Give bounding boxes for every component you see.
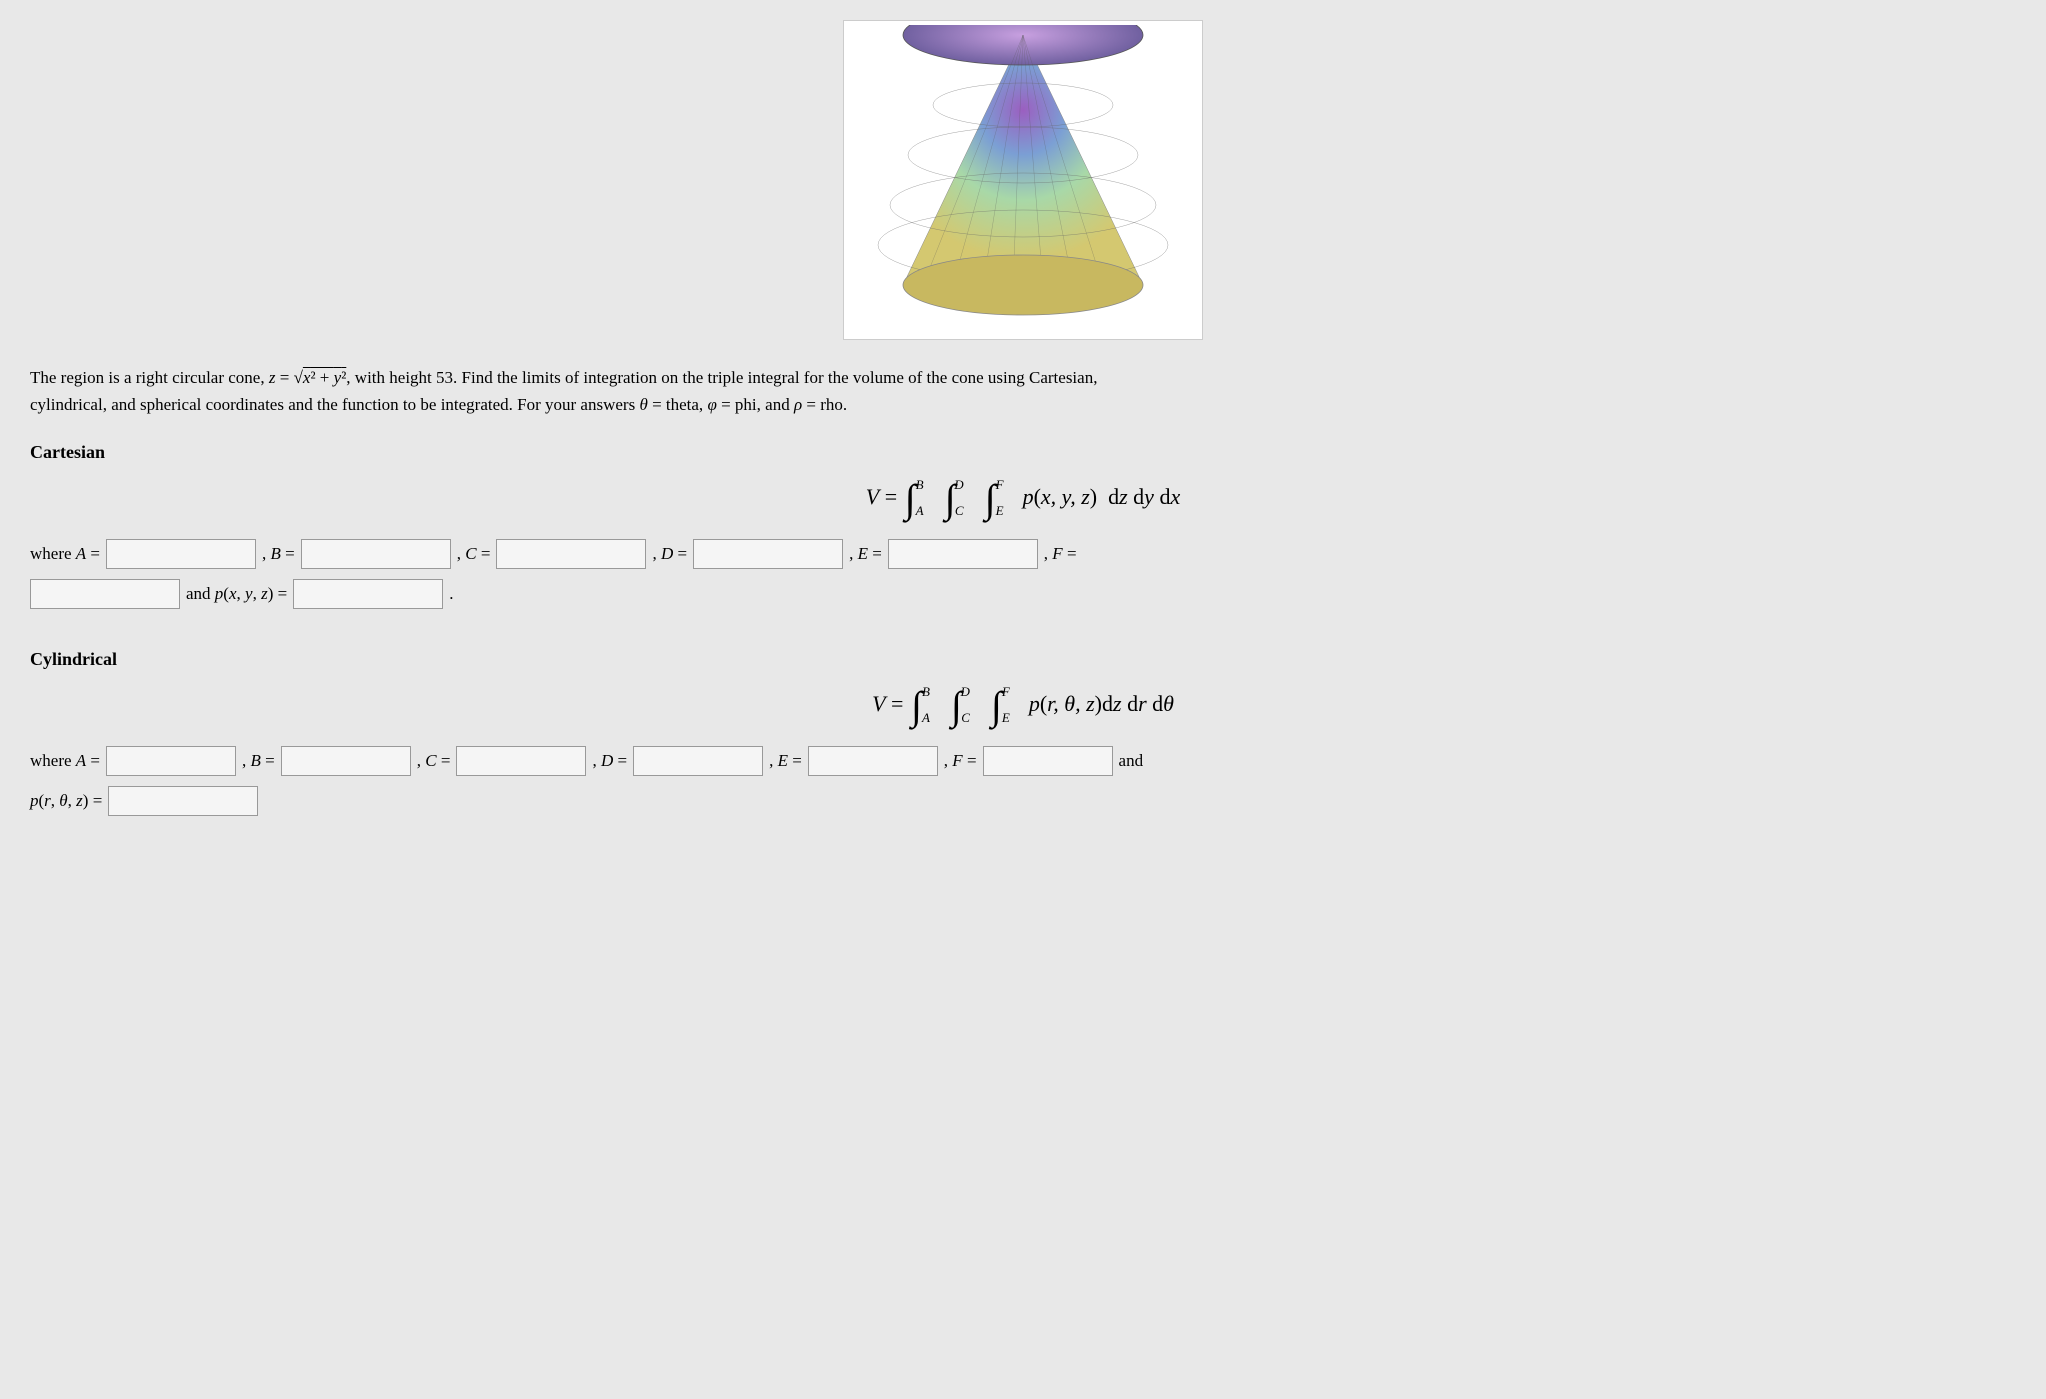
cartesian-c-label: , C = <box>457 544 491 564</box>
problem-description: The region is a right circular cone, z =… <box>30 364 1130 418</box>
cartesian-b-label: , B = <box>262 544 295 564</box>
cartesian-p-input[interactable] <box>293 579 443 609</box>
cartesian-f-input[interactable] <box>30 579 180 609</box>
cylindrical-formula: V = ∫ B A ∫ D C ∫ F E p(r, θ, z)dz dr dθ <box>30 686 2016 726</box>
cone-image-section <box>30 20 2016 340</box>
cylindrical-inputs-row1: where A = , B = , C = , D = , E = , F = … <box>30 746 2016 776</box>
cartesian-f-label: , F = <box>1044 544 1077 564</box>
cylindrical-b-label: , B = <box>242 751 275 771</box>
cartesian-formula: V = ∫ B A ∫ D C ∫ F E p(x, y, z) dz dy d… <box>30 479 2016 519</box>
cylindrical-f-input[interactable] <box>983 746 1113 776</box>
cartesian-section: Cartesian V = ∫ B A ∫ D C ∫ F E p(x, y, … <box>30 442 2016 609</box>
cartesian-inputs-row1: where A = , B = , C = , D = , E = , F = <box>30 539 2016 569</box>
cylindrical-b-input[interactable] <box>281 746 411 776</box>
cylindrical-d-input[interactable] <box>633 746 763 776</box>
cylindrical-title: Cylindrical <box>30 649 2016 670</box>
cartesian-e-label: , E = <box>849 544 882 564</box>
cartesian-d-input[interactable] <box>693 539 843 569</box>
cylindrical-d-label: , D = <box>592 751 627 771</box>
cylindrical-section: Cylindrical V = ∫ B A ∫ D C ∫ F E p(r, θ… <box>30 649 2016 816</box>
cylindrical-c-label: , C = <box>417 751 451 771</box>
cartesian-e-input[interactable] <box>888 539 1038 569</box>
cylindrical-e-label: , E = <box>769 751 802 771</box>
cylindrical-f-label: , F = <box>944 751 977 771</box>
cylindrical-inputs-row2: p(r, θ, z) = <box>30 786 2016 816</box>
cartesian-title: Cartesian <box>30 442 2016 463</box>
cartesian-where-a-label: where A = <box>30 544 100 564</box>
cylindrical-p-label: p(r, θ, z) = <box>30 791 102 811</box>
cartesian-and-p-label: and p(x, y, z) = <box>186 584 287 604</box>
cartesian-c-input[interactable] <box>496 539 646 569</box>
cylindrical-c-input[interactable] <box>456 746 586 776</box>
cartesian-a-input[interactable] <box>106 539 256 569</box>
cylindrical-and-label: and <box>1119 751 1144 771</box>
cartesian-inputs-row2: and p(x, y, z) = . <box>30 579 2016 609</box>
cartesian-period: . <box>449 584 453 604</box>
cylindrical-p-input[interactable] <box>108 786 258 816</box>
cartesian-d-label: , D = <box>652 544 687 564</box>
cartesian-b-input[interactable] <box>301 539 451 569</box>
cylindrical-a-input[interactable] <box>106 746 236 776</box>
cylindrical-e-input[interactable] <box>808 746 938 776</box>
cylindrical-where-a-label: where A = <box>30 751 100 771</box>
cone-visualization <box>843 20 1203 340</box>
